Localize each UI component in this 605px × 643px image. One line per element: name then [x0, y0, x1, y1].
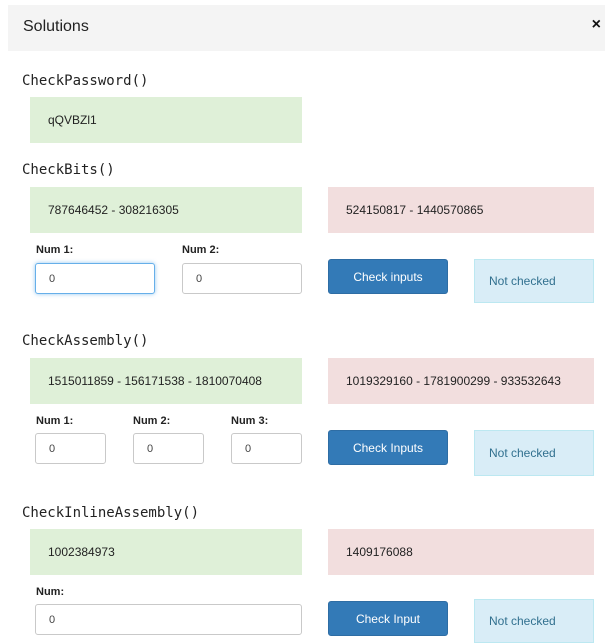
check-bits-button[interactable]: Check inputs [328, 259, 448, 294]
inline-assembly-correct-solution: 1002384973 [30, 529, 302, 575]
bits-num1-input[interactable] [35, 263, 155, 294]
inline-assembly-incorrect-solution: 1409176088 [328, 529, 594, 575]
assembly-status: Not checked [474, 430, 594, 476]
inline-assembly-status: Not checked [474, 599, 594, 643]
assembly-num3-input[interactable] [231, 433, 302, 464]
bits-incorrect-solution: 524150817 - 1440570865 [328, 187, 594, 233]
bits-status: Not checked [474, 259, 594, 303]
check-inline-assembly-button[interactable]: Check Input [328, 601, 448, 636]
assembly-num1-input[interactable] [35, 433, 106, 464]
assembly-num2-label: Num 2: [133, 415, 171, 427]
check-assembly-title: CheckAssembly() [22, 333, 149, 349]
assembly-incorrect-solution: 1019329160 - 1781900299 - 933532643 [328, 358, 594, 404]
check-inline-assembly-title: CheckInlineAssembly() [22, 505, 200, 521]
modal-header: Solutions × [8, 5, 605, 51]
bits-num1-label: Num 1: [36, 244, 74, 256]
assembly-num2-input[interactable] [133, 433, 204, 464]
check-password-title: CheckPassword() [22, 73, 149, 89]
inline-assembly-num-input[interactable] [35, 604, 302, 635]
bits-correct-solution: 787646452 - 308216305 [30, 187, 302, 233]
inline-assembly-num-label: Num: [36, 586, 65, 598]
check-bits-title: CheckBits() [22, 162, 115, 178]
assembly-num3-label: Num 3: [231, 415, 269, 427]
assembly-correct-solution: 1515011859 - 156171538 - 1810070408 [30, 358, 302, 404]
check-assembly-button[interactable]: Check Inputs [328, 430, 448, 465]
close-icon[interactable]: × [592, 16, 601, 34]
assembly-num1-label: Num 1: [36, 415, 74, 427]
bits-num2-input[interactable] [182, 263, 302, 294]
modal-title: Solutions [23, 18, 89, 35]
bits-num2-label: Num 2: [182, 244, 220, 256]
password-solution: qQVBZl1 [30, 97, 302, 143]
